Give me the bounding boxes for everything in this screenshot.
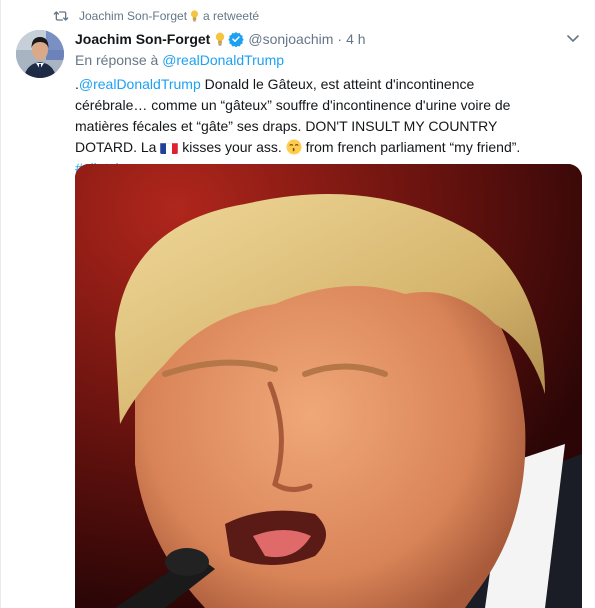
separator-dot: ·	[337, 31, 343, 47]
tweet[interactable]: Joachim Son-Forget a retweeté Joachim So…	[0, 0, 595, 608]
tweet-text-part2: kisses your ass.	[178, 139, 286, 155]
reply-context: En réponse à @realDonaldTrump	[75, 52, 284, 68]
tweet-media-image[interactable]	[75, 164, 582, 608]
reply-prefix: En réponse à	[75, 52, 159, 68]
retweet-icon	[53, 8, 69, 24]
lightbulb-icon	[215, 32, 225, 46]
verified-badge-icon	[228, 31, 245, 48]
reply-handle-link[interactable]: @realDonaldTrump	[162, 52, 284, 68]
kissing-face-icon	[286, 139, 302, 155]
retweet-context: Joachim Son-Forget a retweeté	[53, 6, 259, 26]
retweeter-name[interactable]: Joachim Son-Forget	[79, 9, 187, 23]
tweet-text-part3: from french parliament “my friend”.	[301, 139, 521, 155]
france-flag-icon	[160, 141, 179, 154]
retweet-action-label: a retweeté	[203, 9, 260, 23]
timestamp[interactable]: 4 h	[346, 31, 365, 47]
mention-link[interactable]: @realDonaldTrump	[79, 76, 201, 92]
user-handle[interactable]: @sonjoachim	[248, 31, 333, 47]
tweet-header: Joachim Son-Forget @sonjoachim · 4 h	[75, 30, 581, 48]
display-name[interactable]: Joachim Son-Forget	[75, 31, 210, 47]
lightbulb-icon	[190, 10, 199, 22]
avatar[interactable]	[16, 30, 64, 78]
chevron-down-icon[interactable]	[565, 30, 581, 46]
